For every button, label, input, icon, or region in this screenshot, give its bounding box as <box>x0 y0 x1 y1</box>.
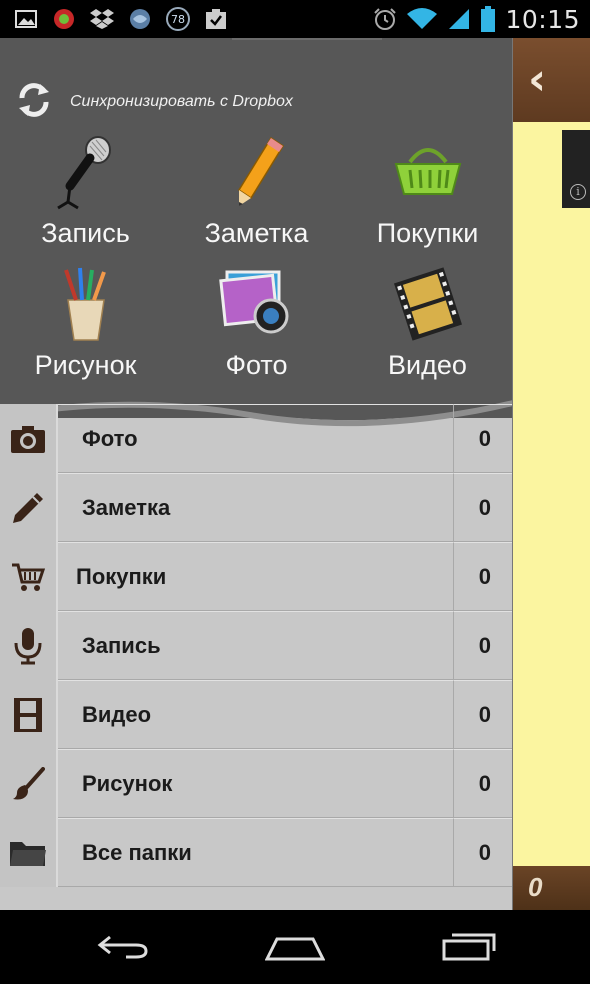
list-item-label: Фото <box>82 425 138 451</box>
camera-icon <box>0 404 58 473</box>
recent-apps-button[interactable] <box>438 928 498 968</box>
back-arrow-icon <box>96 931 152 966</box>
pencil-icon <box>217 132 297 212</box>
list-item-photo[interactable]: Фото 0 <box>0 404 512 473</box>
sync-label: Синхронизировать с Dropbox <box>70 93 293 110</box>
list-item-all-folders[interactable]: Все папки 0 <box>0 818 512 887</box>
background-app: ‹ i 0 <box>512 38 590 910</box>
home-button[interactable] <box>264 928 326 968</box>
quick-actions-row: Запись Заметка Покупки <box>0 132 512 262</box>
basket-icon <box>388 132 468 212</box>
gallery-icon <box>14 7 38 31</box>
sync-icon <box>14 80 54 125</box>
list-item-record[interactable]: Запись 0 <box>0 611 512 680</box>
recent-apps-icon <box>440 931 496 966</box>
quick-action-label: Рисунок <box>34 350 137 380</box>
navigation-bar <box>0 910 590 984</box>
status-bar: 78 10:15 <box>0 0 590 38</box>
quick-action-shopping[interactable]: Покупки <box>342 132 512 262</box>
back-button[interactable] <box>94 928 154 968</box>
list-item-main: Фото <box>58 404 453 473</box>
quick-action-label: Покупки <box>376 218 479 248</box>
pen-icon <box>0 473 58 542</box>
back-chevron-icon[interactable]: ‹ <box>528 58 546 102</box>
brush-icon <box>0 749 58 818</box>
list-item-count: 0 <box>453 818 512 887</box>
navigation-drawer: Синхронизировать с Dropbox Запись Заметк… <box>0 38 513 910</box>
quick-actions-row: Рисунок Фото Видео <box>0 264 512 394</box>
quick-action-note[interactable]: Заметка <box>171 132 342 262</box>
badge-icon: 78 <box>166 7 190 31</box>
app-icon <box>52 7 76 31</box>
list-item-label: Покупки <box>76 563 167 589</box>
list-item-count: 0 <box>453 680 512 749</box>
background-app-footer: 0 <box>512 866 590 910</box>
task-icon <box>204 7 228 31</box>
list-item-count: 0 <box>453 542 512 611</box>
browser-icon <box>128 7 152 31</box>
microphone-icon <box>46 132 126 212</box>
quick-action-photo[interactable]: Фото <box>171 264 342 394</box>
signal-icon <box>447 7 471 31</box>
mic-icon <box>0 611 58 680</box>
background-app-toolbar: ‹ <box>512 38 590 122</box>
quick-action-drawing[interactable]: Рисунок <box>0 264 171 394</box>
list-item-count: 0 <box>453 404 512 473</box>
battery-icon <box>481 6 496 32</box>
folder-icon <box>0 818 58 887</box>
quick-action-record[interactable]: Запись <box>0 132 171 262</box>
info-icon[interactable]: i <box>570 184 586 200</box>
list-item-label: Заметка <box>82 494 171 520</box>
wifi-icon <box>407 7 438 31</box>
photo-icon <box>217 264 297 344</box>
list-item-drawing[interactable]: Рисунок 0 <box>0 749 512 818</box>
list-item-main: Запись <box>58 611 453 680</box>
list-item-label: Рисунок <box>82 770 173 796</box>
list-item-label: Все папки <box>82 839 192 865</box>
list-item-main: Заметка <box>58 473 453 542</box>
sync-dropbox-button[interactable]: Синхронизировать с Dropbox <box>14 82 293 122</box>
cart-icon <box>0 542 58 611</box>
list-item-video[interactable]: Видео 0 <box>0 680 512 749</box>
list-item-count: 0 <box>453 611 512 680</box>
list-item-main: Все папки <box>58 818 453 887</box>
background-count: 0 <box>528 872 543 902</box>
alarm-icon <box>373 7 397 31</box>
quick-action-label: Заметка <box>204 218 309 248</box>
quick-action-label: Запись <box>41 218 130 248</box>
list-item-label: Видео <box>82 701 152 727</box>
brushes-icon <box>46 264 126 344</box>
film-strip-icon <box>0 680 58 749</box>
list-item-count: 0 <box>453 473 512 542</box>
dropbox-icon <box>90 7 114 31</box>
film-icon <box>388 264 468 344</box>
home-icon <box>264 931 326 966</box>
list-item-main: Видео <box>58 680 453 749</box>
quick-action-label: Фото <box>225 350 288 380</box>
list-item-label: Запись <box>82 632 161 658</box>
list-item-main: Рисунок <box>58 749 453 818</box>
list-item-note[interactable]: Заметка 0 <box>0 473 512 542</box>
list-item-main: Покупки <box>58 542 453 611</box>
clock: 10:15 <box>505 4 580 34</box>
quick-action-label: Видео <box>388 350 467 380</box>
list-item-shopping[interactable]: Покупки 0 <box>0 542 512 611</box>
list-item-count: 0 <box>453 749 512 818</box>
quick-action-video[interactable]: Видео <box>342 264 512 394</box>
